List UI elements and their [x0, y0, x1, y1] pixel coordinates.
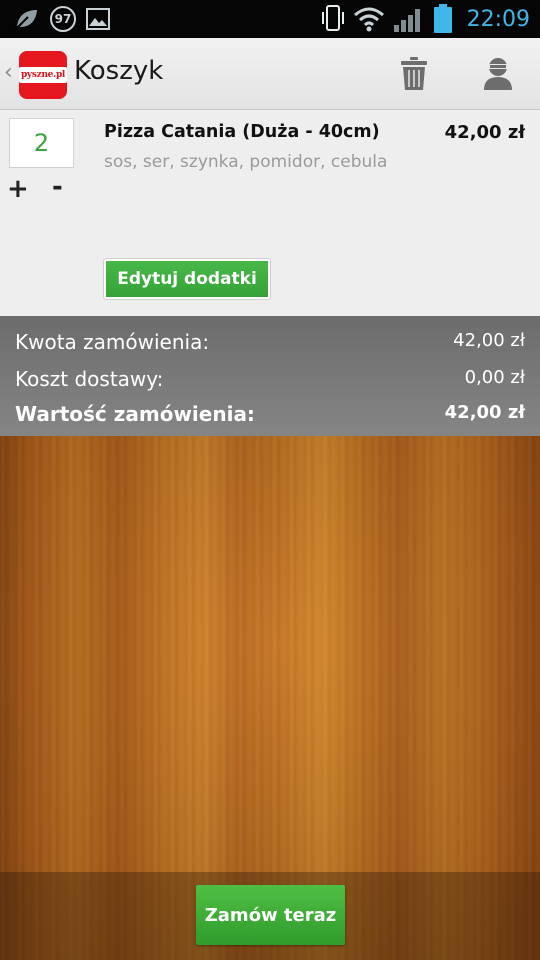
image-icon — [86, 8, 110, 30]
signal-icon — [393, 9, 420, 32]
item-price: 42,00 zł — [444, 122, 525, 143]
status-bar-notifications: 97 — [14, 6, 110, 32]
order-now-button[interactable]: Zamów teraz — [196, 885, 345, 945]
leaf-icon — [15, 10, 37, 30]
status-bar-time: 22:09 — [466, 6, 530, 32]
vibrate-icon — [321, 5, 344, 31]
trash-icon[interactable] — [400, 57, 428, 91]
app-logo-text: pyszne.pl — [18, 67, 68, 83]
increase-quantity-button[interactable]: + — [7, 174, 29, 204]
app-logo[interactable]: pyszne.pl — [18, 51, 68, 99]
item-name: Pizza Catania (Duża - 40cm) — [104, 122, 380, 142]
total-value: 42,00 zł — [444, 402, 525, 423]
edit-extras-button[interactable]: Edytuj dodatki — [104, 259, 270, 299]
cart-screen: 97 22:09 ‹ pyszne.pl Koszyk 2 + - Pizza … — [0, 0, 540, 960]
notification-count-badge: 97 — [50, 6, 76, 32]
subtotal-value: 42,00 zł — [453, 330, 525, 351]
bottom-bar: Zamów teraz — [0, 872, 540, 960]
delivery-row: Koszt dostawy: 0,00 zł — [15, 367, 525, 391]
user-icon[interactable] — [482, 56, 514, 90]
decrease-quantity-button[interactable]: - — [52, 172, 63, 202]
action-bar: ‹ pyszne.pl Koszyk — [0, 38, 540, 110]
page-title: Koszyk — [74, 56, 164, 86]
battery-icon — [433, 4, 452, 33]
status-bar-system: 22:09 — [321, 4, 530, 34]
cart-item: 2 + - Pizza Catania (Duża - 40cm) 42,00 … — [0, 110, 540, 316]
delivery-value: 0,00 zł — [464, 367, 525, 388]
total-label: Wartość zamówienia: — [15, 402, 255, 426]
wifi-icon — [353, 7, 384, 32]
quantity-field[interactable]: 2 — [9, 118, 74, 168]
delivery-label: Koszt dostawy: — [15, 367, 164, 391]
status-bar: 97 22:09 — [0, 0, 540, 38]
subtotal-row: Kwota zamówienia: 42,00 zł — [15, 330, 525, 354]
back-chevron-icon[interactable]: ‹ — [4, 60, 13, 85]
total-row: Wartość zamówienia: 42,00 zł — [15, 402, 525, 426]
subtotal-label: Kwota zamówienia: — [15, 330, 210, 354]
item-description: sos, ser, szynka, pomidor, cebula — [104, 152, 388, 172]
order-summary: Kwota zamówienia: 42,00 zł Koszt dostawy… — [0, 316, 540, 436]
